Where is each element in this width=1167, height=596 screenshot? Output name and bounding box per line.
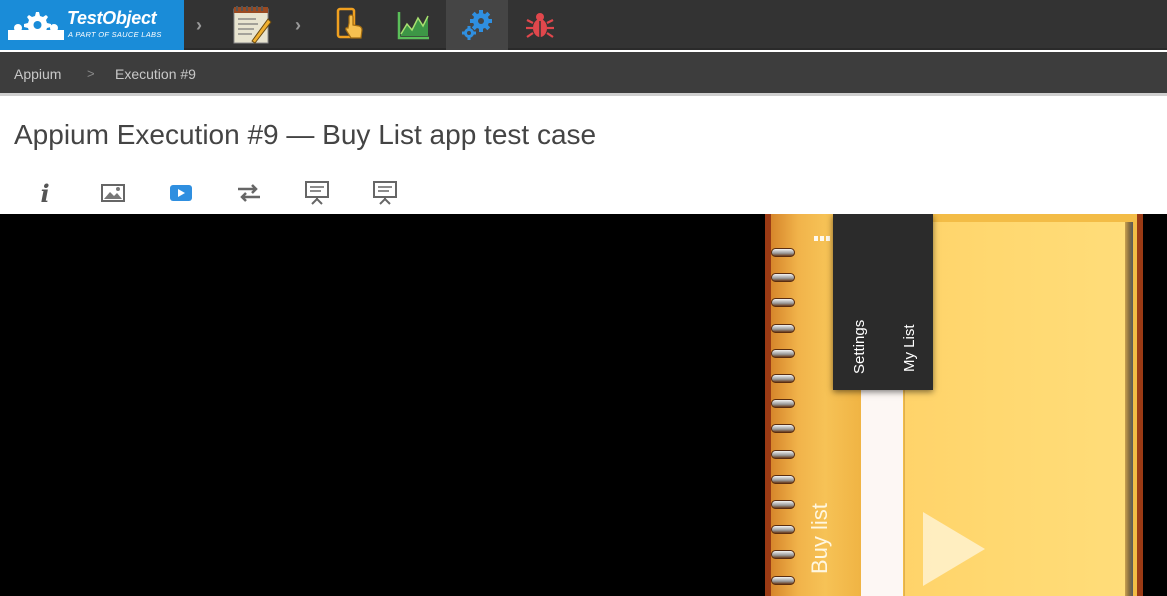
- presentation-icon-2: [373, 181, 397, 205]
- overflow-menu-icon[interactable]: [814, 236, 830, 241]
- line-chart-icon: [397, 12, 429, 40]
- breadcrumb-separator: >: [87, 66, 95, 81]
- tab-logs-2[interactable]: [370, 180, 400, 206]
- binding-ring: [771, 248, 795, 257]
- page-edge: [1125, 222, 1133, 596]
- logo[interactable]: TestObject A PART OF SAUCE LABS: [0, 0, 184, 50]
- gears-icon: [462, 10, 492, 40]
- presentation-icon: [305, 181, 329, 205]
- binding-ring: [771, 424, 795, 434]
- menu-item-settings[interactable]: Settings: [851, 320, 868, 374]
- binding-ring: [771, 374, 795, 383]
- tab-info[interactable]: i: [30, 178, 60, 208]
- binding-ring: [771, 323, 795, 333]
- binding-ring: [771, 500, 795, 509]
- notepad-icon: [233, 6, 272, 44]
- touch-device-icon: [336, 7, 363, 39]
- binding-ring: [771, 525, 795, 535]
- swap-icon: [238, 184, 260, 202]
- tab-screenshots[interactable]: [98, 180, 128, 206]
- nav-notepad[interactable]: [221, 0, 283, 50]
- nav-analytics[interactable]: [383, 0, 445, 50]
- tab-video[interactable]: [166, 180, 196, 206]
- app-title: Buy list: [807, 503, 832, 574]
- binding-ring: [771, 449, 795, 459]
- chevron-right-icon: ›: [196, 15, 202, 35]
- overflow-menu: Settings My List: [833, 214, 933, 390]
- image-icon: [101, 184, 125, 202]
- brand-subtitle: A PART OF SAUCE LABS: [68, 30, 162, 39]
- device-screen: Buy list Settings My List: [765, 214, 1143, 596]
- binding-ring: [771, 474, 795, 484]
- info-icon: i: [40, 178, 50, 208]
- video-icon: [170, 185, 192, 201]
- nav-bugs[interactable]: [509, 0, 571, 50]
- breadcrumb-execution[interactable]: Execution #9: [115, 66, 196, 82]
- binding-ring: [771, 575, 795, 585]
- page-title: Appium Execution #9 — Buy List app test …: [14, 119, 597, 150]
- breadcrumb-appium[interactable]: Appium: [14, 66, 61, 82]
- menu-item-my-list[interactable]: My List: [901, 324, 918, 372]
- tab-interactions[interactable]: [234, 180, 264, 206]
- binding-ring: [771, 273, 795, 283]
- binding-ring: [771, 550, 795, 560]
- chevron-right-icon-2: ›: [295, 15, 301, 35]
- video-player[interactable]: Buy list Settings My List: [0, 214, 1167, 596]
- tab-logs[interactable]: [302, 180, 332, 206]
- binding-ring: [771, 348, 795, 358]
- nav-device[interactable]: [319, 0, 381, 50]
- bug-icon: [526, 13, 554, 38]
- binding-ring: [771, 298, 795, 308]
- breadcrumb: Appium > Execution #9: [0, 52, 1167, 96]
- play-icon[interactable]: [923, 512, 985, 586]
- brand-title: TestObject: [67, 8, 157, 28]
- top-nav-bar: TestObject A PART OF SAUCE LABS › ›: [0, 0, 1167, 50]
- binding-ring: [771, 399, 795, 409]
- gear-logo-icon: [8, 12, 64, 40]
- nav-settings[interactable]: [446, 0, 508, 50]
